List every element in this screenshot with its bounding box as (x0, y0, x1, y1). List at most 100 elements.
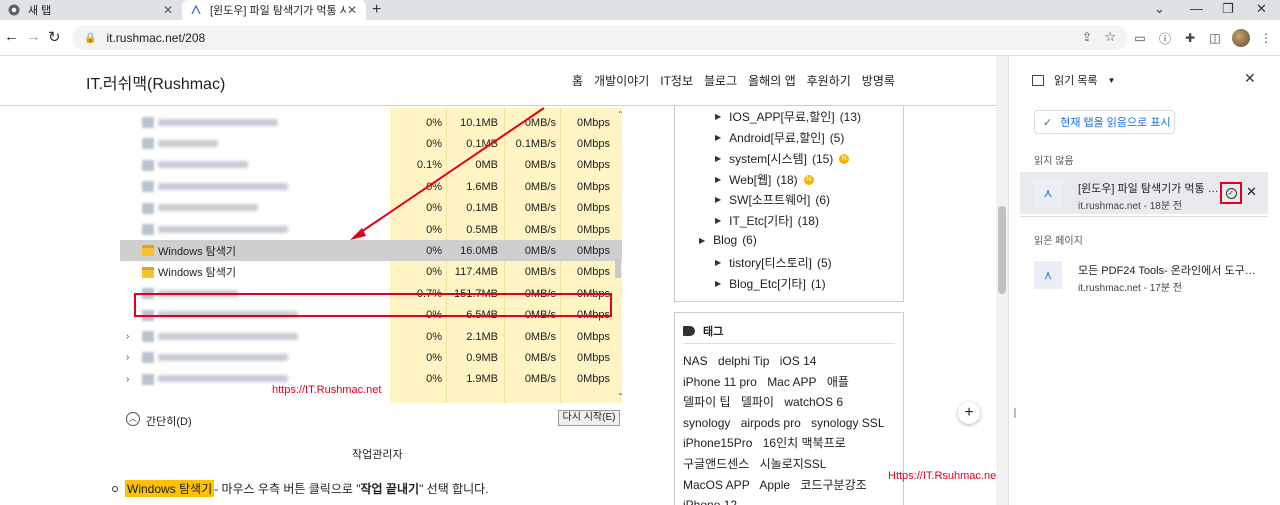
scrollbar-thumb[interactable] (615, 258, 621, 278)
minimize-icon[interactable]: — (1190, 1, 1203, 16)
profile-avatar[interactable] (1232, 29, 1250, 47)
close-panel-icon[interactable]: ✕ (1244, 70, 1256, 87)
page-scrollbar[interactable] (996, 56, 1008, 505)
network-value: 0Mbps (576, 266, 610, 279)
delete-icon[interactable]: ✕ (1246, 184, 1257, 200)
side-panel-resize-handle[interactable] (1008, 56, 1020, 505)
tag-link[interactable]: synology (683, 416, 730, 430)
tag-link[interactable]: 애플 (827, 375, 849, 389)
tag-link[interactable]: synology SSL (811, 416, 884, 430)
nav-it[interactable]: IT정보 (660, 72, 693, 89)
close-tab-icon[interactable]: ✕ (346, 3, 358, 17)
site-title[interactable]: IT.러쉬맥(Rushmac) (86, 70, 225, 94)
password-extension-icon[interactable]: ⓘ (1157, 30, 1173, 46)
share-icon[interactable]: ⇪ (1082, 30, 1092, 44)
category-item[interactable]: ▶ system[시스템] (15) N (715, 150, 850, 167)
nav-home[interactable]: 홈 (572, 72, 583, 89)
table-row[interactable]: 0% 0.1MB 0MB/s 0Mbps (120, 198, 622, 219)
nav-guestbook[interactable]: 방명록 (862, 72, 895, 89)
expand-chevron-icon[interactable]: › (126, 374, 129, 385)
table-row[interactable]: 0% 0.1MB 0.1MB/s 0Mbps (120, 133, 622, 154)
tag-link[interactable]: 시놀로지SSL (760, 457, 827, 471)
site-nav: 홈 개발이야기 IT정보 블로그 올해의 앱 후원하기 방명록 (572, 72, 895, 89)
tag-link[interactable]: iPhone 11 pro (683, 375, 757, 389)
category-item[interactable]: ▶ IT_Etc[기타] (18) (715, 212, 819, 229)
address-bar[interactable]: 🔒 it.rushmac.net/208 ⇪ ☆ (72, 26, 1128, 50)
table-row[interactable]: › 0% 0.9MB 0MB/s 0Mbps (120, 347, 622, 368)
tab-new-tab[interactable]: 새 탭 ✕ (0, 0, 182, 20)
category-item[interactable]: ▶ SW[소프트웨어] (6) (715, 191, 830, 208)
close-window-icon[interactable]: ✕ (1256, 1, 1267, 17)
cpu-value: 0% (426, 330, 442, 343)
side-panel-icon[interactable]: ◫ (1207, 30, 1223, 46)
panel-selector[interactable]: 읽기 목록 ▼ (1032, 72, 1115, 88)
category-item[interactable]: ▶ tistory[티스토리] (5) (715, 254, 832, 271)
bullet-triangle-icon: ▶ (715, 279, 722, 288)
tag-link[interactable]: delphi Tip (718, 354, 769, 368)
category-item[interactable]: ▶ Android[무료,할인] (5) (715, 129, 844, 146)
category-item[interactable]: ▶ Blog_Etc[기타] (1) (715, 275, 826, 292)
extensions-puzzle-icon[interactable]: ✚ (1182, 30, 1198, 46)
scroll-down-icon[interactable]: ⌄ (617, 388, 624, 397)
table-row[interactable]: Windows 탐색기 0% 16.0MB 0MB/s 0Mbps (120, 240, 622, 262)
table-row[interactable]: Windows 탐색기 0% 117.4MB 0MB/s 0Mbps (120, 262, 622, 283)
tab-active[interactable]: [윈도우] 파일 탐색기가 먹통 시 ✕ (182, 0, 366, 20)
table-row[interactable]: 0% 10.1MB 0MB/s 0Mbps (120, 112, 622, 133)
tag-link[interactable]: airpods pro (741, 416, 801, 430)
category-item[interactable]: ▶ Blog (6) (699, 233, 757, 247)
tag-link[interactable]: 16인치 맥북프로 (763, 436, 846, 450)
tag-link[interactable]: 구글앤드센스 (683, 457, 749, 471)
reading-list-entry[interactable]: ⋏ 모든 PDF24 Tools- 온라인에서 도구를 ... it.rushm… (1020, 254, 1268, 296)
forward-icon[interactable]: → (26, 28, 41, 45)
mark-read-button[interactable]: ✓ (1220, 182, 1242, 204)
restore-icon[interactable]: ❐ (1222, 1, 1234, 17)
restart-button[interactable]: 다시 시작(E) (558, 410, 620, 426)
tab-search-icon[interactable]: ⌄ (1154, 1, 1165, 17)
tag-link[interactable]: 코드구분강조 (800, 478, 866, 492)
category-item[interactable]: ▶ IOS_APP[무료,할인] (13) (715, 108, 861, 125)
mark-as-read-button[interactable]: ✓ 현재 탭을 읽음으로 표시 (1034, 110, 1175, 134)
cast-icon[interactable]: ▭ (1132, 30, 1148, 46)
nav-blog[interactable]: 블로그 (704, 72, 737, 89)
tag-link[interactable]: Mac APP (767, 375, 816, 389)
lock-icon[interactable]: 🔒 (84, 33, 96, 44)
tab-strip: 새 탭 ✕ [윈도우] 파일 탐색기가 먹통 시 ✕ + ⌄ — ❐ ✕ (0, 0, 1280, 20)
category-item[interactable]: ▶ Web[웹] (18) N (715, 171, 814, 188)
tag-link[interactable]: iPhone 12 (683, 498, 737, 505)
process-icon (142, 181, 154, 193)
back-icon[interactable]: ← (4, 28, 19, 45)
scroll-up-icon[interactable]: ⌃ (617, 110, 624, 119)
floating-plus-button[interactable]: + (958, 402, 980, 424)
expand-chevron-icon[interactable]: › (126, 331, 129, 342)
tag-link[interactable]: Apple (759, 478, 790, 492)
close-tab-icon[interactable]: ✕ (162, 3, 174, 17)
nav-dev[interactable]: 개발이야기 (594, 72, 649, 89)
table-row[interactable]: 0% 1.6MB 0MB/s 0Mbps (120, 176, 622, 197)
scrollbar-thumb[interactable] (998, 206, 1006, 294)
tag-link[interactable]: 델파이 팁 (683, 395, 731, 409)
new-tab-button[interactable]: + (372, 1, 381, 19)
simple-view-label[interactable]: 간단히(D) (146, 413, 192, 429)
tag-link[interactable]: iPhone15Pro (683, 436, 752, 450)
bookmark-star-icon[interactable]: ☆ (1104, 29, 1116, 45)
tag-link[interactable]: watchOS 6 (784, 395, 843, 409)
tag-link[interactable]: iOS 14 (780, 354, 817, 368)
menu-kebab-icon[interactable]: ⋮ (1258, 30, 1274, 46)
tag-link[interactable]: 델파이 (741, 395, 774, 409)
table-row[interactable]: › 0% 2.1MB 0MB/s 0Mbps (120, 326, 622, 347)
table-row[interactable]: 0.1% 0MB 0MB/s 0Mbps (120, 155, 622, 176)
tag-link[interactable]: MacOS APP (683, 478, 750, 492)
reading-list-panel: 읽기 목록 ▼ ✕ ✓ 현재 탭을 읽음으로 표시 읽지 않음 ⋏ [윈도우] … (1020, 56, 1280, 505)
nav-sponsor[interactable]: 후원하기 (807, 72, 851, 89)
bullet-triangle-icon: ▶ (715, 195, 722, 204)
tag-link[interactable]: NAS (683, 354, 708, 368)
expand-chevron-icon[interactable]: › (126, 352, 129, 363)
nav-app-of-year[interactable]: 올해의 앱 (748, 72, 796, 89)
reload-icon[interactable]: ↻ (48, 28, 61, 46)
collapse-chevron-icon[interactable]: ︿ (126, 412, 140, 426)
network-value: 0Mbps (576, 159, 610, 172)
browser-toolbar: ← → ↻ 🔒 it.rushmac.net/208 ⇪ ☆ ▭ ⓘ ✚ ◫ ⋮ (0, 20, 1280, 56)
table-row[interactable]: 0% 0.5MB 0MB/s 0Mbps (120, 219, 622, 240)
disk-value: 0MB/s (524, 202, 556, 215)
reading-list-entry[interactable]: ⋏ [윈도우] 파일 탐색기가 먹통 시... it.rushmac.net -… (1020, 172, 1268, 214)
